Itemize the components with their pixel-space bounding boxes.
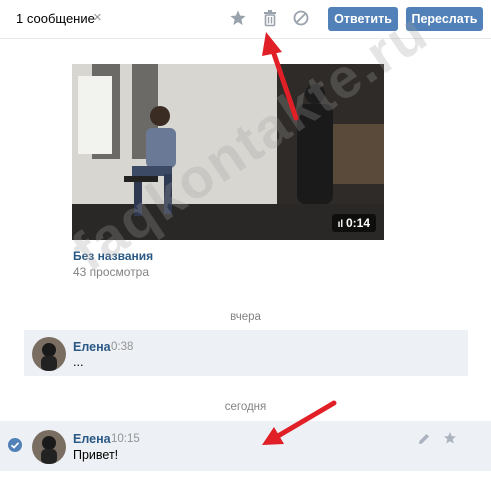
video-duration: 0:14 <box>345 216 370 230</box>
check-icon[interactable] <box>8 438 22 452</box>
pencil-icon[interactable] <box>417 432 431 446</box>
video-stats-icon: ıl <box>337 219 346 230</box>
reply-button[interactable]: Ответить <box>328 7 398 31</box>
message-author[interactable]: Елена <box>73 432 111 446</box>
star-icon[interactable] <box>443 431 457 445</box>
date-separator: вчера <box>230 311 261 323</box>
selected-count: 1 сообщение <box>16 11 95 26</box>
selection-toolbar: 1 сообщение × Ответить Переслать <box>0 0 491 39</box>
message-time[interactable]: 0:38 <box>111 341 133 353</box>
video-duration-badge: ıl 0:14 <box>331 214 376 232</box>
message-text: ... <box>73 355 84 369</box>
date-separator: сегодня <box>224 401 267 413</box>
message-text: Привет! <box>73 448 119 462</box>
avatar-image <box>32 430 66 464</box>
star-icon[interactable] <box>229 9 247 27</box>
message-time[interactable]: 10:15 <box>111 433 140 445</box>
message-row-selected[interactable] <box>0 421 491 471</box>
video-thumbnail[interactable]: ıl 0:14 <box>72 64 384 240</box>
avatar-image <box>32 337 66 371</box>
video-views: 43 просмотра <box>73 265 150 279</box>
ban-icon[interactable] <box>292 9 310 27</box>
avatar[interactable] <box>32 430 66 464</box>
forward-button[interactable]: Переслать <box>406 7 483 31</box>
clear-selection-icon[interactable]: × <box>93 9 102 26</box>
message-author[interactable]: Елена <box>73 340 111 354</box>
avatar[interactable] <box>32 337 66 371</box>
trash-icon[interactable] <box>261 9 279 27</box>
video-title[interactable]: Без названия <box>73 249 153 263</box>
